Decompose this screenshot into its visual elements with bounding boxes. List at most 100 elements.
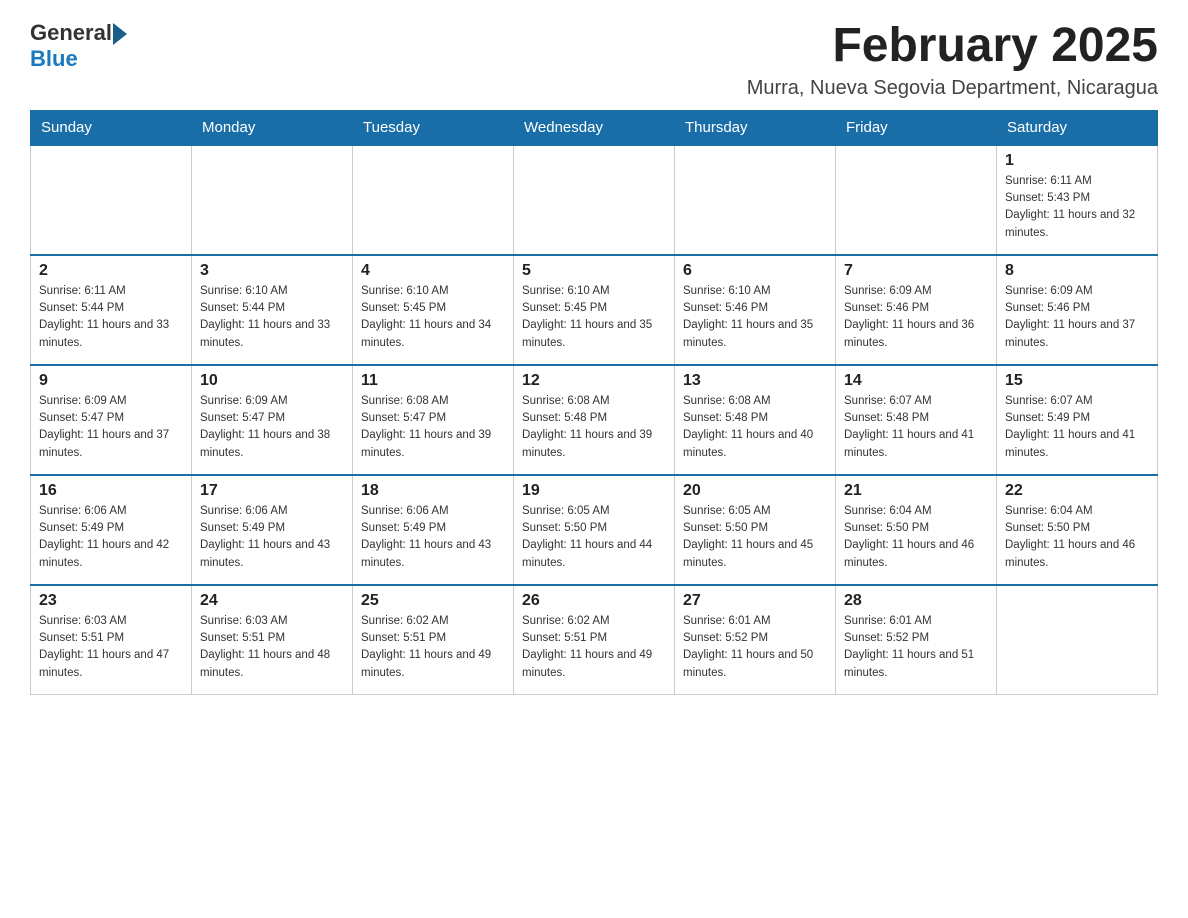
- sunset-text: Sunset: 5:49 PM: [1005, 410, 1149, 427]
- day-number: 27: [683, 592, 827, 610]
- day-info: Sunrise: 6:07 AMSunset: 5:49 PMDaylight:…: [1005, 393, 1149, 462]
- sunset-text: Sunset: 5:50 PM: [1005, 520, 1149, 537]
- logo-general-text: General: [30, 20, 112, 46]
- title-section: February 2025 Murra, Nueva Segovia Depar…: [747, 20, 1158, 100]
- calendar-cell: 7Sunrise: 6:09 AMSunset: 5:46 PMDaylight…: [836, 255, 997, 365]
- calendar-cell: [31, 145, 192, 255]
- daylight-text: Daylight: 11 hours and 37 minutes.: [39, 427, 183, 462]
- month-title: February 2025: [747, 20, 1158, 73]
- day-info: Sunrise: 6:10 AMSunset: 5:45 PMDaylight:…: [361, 283, 505, 352]
- daylight-text: Daylight: 11 hours and 49 minutes.: [522, 647, 666, 682]
- day-number: 21: [844, 482, 988, 500]
- sunset-text: Sunset: 5:49 PM: [361, 520, 505, 537]
- day-number: 18: [361, 482, 505, 500]
- sunset-text: Sunset: 5:47 PM: [361, 410, 505, 427]
- sunset-text: Sunset: 5:43 PM: [1005, 190, 1149, 207]
- sunrise-text: Sunrise: 6:08 AM: [683, 393, 827, 410]
- calendar-cell: [353, 145, 514, 255]
- sunset-text: Sunset: 5:51 PM: [39, 630, 183, 647]
- daylight-text: Daylight: 11 hours and 45 minutes.: [683, 537, 827, 572]
- calendar-header-tuesday: Tuesday: [353, 110, 514, 145]
- day-number: 3: [200, 262, 344, 280]
- sunrise-text: Sunrise: 6:11 AM: [39, 283, 183, 300]
- day-info: Sunrise: 6:06 AMSunset: 5:49 PMDaylight:…: [39, 503, 183, 572]
- calendar-header-monday: Monday: [192, 110, 353, 145]
- sunrise-text: Sunrise: 6:09 AM: [1005, 283, 1149, 300]
- day-number: 7: [844, 262, 988, 280]
- sunset-text: Sunset: 5:51 PM: [200, 630, 344, 647]
- sunset-text: Sunset: 5:51 PM: [361, 630, 505, 647]
- day-info: Sunrise: 6:03 AMSunset: 5:51 PMDaylight:…: [39, 613, 183, 682]
- daylight-text: Daylight: 11 hours and 50 minutes.: [683, 647, 827, 682]
- sunset-text: Sunset: 5:45 PM: [522, 300, 666, 317]
- day-number: 13: [683, 372, 827, 390]
- calendar-cell: 27 Sunrise: 6:01 AMSunset: 5:52 PMDayligh…: [675, 585, 836, 695]
- day-number: 2: [39, 262, 183, 280]
- day-number: 14: [844, 372, 988, 390]
- day-number: 10: [200, 372, 344, 390]
- sunset-text: Sunset: 5:46 PM: [683, 300, 827, 317]
- calendar-header-sunday: Sunday: [31, 110, 192, 145]
- calendar-cell: 8Sunrise: 6:09 AMSunset: 5:46 PMDaylight…: [997, 255, 1158, 365]
- sunset-text: Sunset: 5:52 PM: [683, 630, 827, 647]
- sunset-text: Sunset: 5:52 PM: [844, 630, 988, 647]
- day-info: Sunrise: 6:03 AMSunset: 5:51 PMDaylight:…: [200, 613, 344, 682]
- calendar-cell: 24Sunrise: 6:03 AMSunset: 5:51 PMDayligh…: [192, 585, 353, 695]
- calendar-week-1: 2Sunrise: 6:11 AMSunset: 5:44 PMDaylight…: [31, 255, 1158, 365]
- day-info: Sunrise: 6:05 AMSunset: 5:50 PMDaylight:…: [683, 503, 827, 572]
- sunrise-text: Sunrise: 6:10 AM: [683, 283, 827, 300]
- calendar-cell: 26 Sunrise: 6:02 AMSunset: 5:51 PMDayligh…: [514, 585, 675, 695]
- day-number: 4: [361, 262, 505, 280]
- day-info: Sunrise: 6:07 AMSunset: 5:48 PMDaylight:…: [844, 393, 988, 462]
- sunrise-text: Sunrise: 6:02 AM: [522, 613, 666, 630]
- daylight-text: Daylight: 11 hours and 43 minutes.: [361, 537, 505, 572]
- calendar-cell: 14 Sunrise: 6:07 AMSunset: 5:48 PMDayligh…: [836, 365, 997, 475]
- calendar-cell: 6Sunrise: 6:10 AMSunset: 5:46 PMDaylight…: [675, 255, 836, 365]
- sunrise-text: Sunrise: 6:08 AM: [361, 393, 505, 410]
- day-info: Sunrise: 6:11 AMSunset: 5:44 PMDaylight:…: [39, 283, 183, 352]
- daylight-text: Daylight: 11 hours and 49 minutes.: [361, 647, 505, 682]
- day-info: Sunrise: 6:09 AMSunset: 5:47 PMDaylight:…: [200, 393, 344, 462]
- calendar-week-0: 1Sunrise: 6:11 AMSunset: 5:43 PMDaylight…: [31, 145, 1158, 255]
- day-number: 26: [522, 592, 666, 610]
- day-number: 28: [844, 592, 988, 610]
- calendar-cell: 19Sunrise: 6:05 AMSunset: 5:50 PMDayligh…: [514, 475, 675, 585]
- daylight-text: Daylight: 11 hours and 37 minutes.: [1005, 317, 1149, 352]
- day-info: Sunrise: 6:08 AMSunset: 5:48 PMDaylight:…: [522, 393, 666, 462]
- daylight-text: Daylight: 11 hours and 42 minutes.: [39, 537, 183, 572]
- sunset-text: Sunset: 5:49 PM: [200, 520, 344, 537]
- calendar-cell: 20Sunrise: 6:05 AMSunset: 5:50 PMDayligh…: [675, 475, 836, 585]
- day-info: Sunrise: 6:09 AMSunset: 5:46 PMDaylight:…: [1005, 283, 1149, 352]
- sunset-text: Sunset: 5:49 PM: [39, 520, 183, 537]
- day-info: Sunrise: 6:06 AMSunset: 5:49 PMDaylight:…: [200, 503, 344, 572]
- sunrise-text: Sunrise: 6:04 AM: [844, 503, 988, 520]
- sunset-text: Sunset: 5:46 PM: [844, 300, 988, 317]
- sunrise-text: Sunrise: 6:10 AM: [200, 283, 344, 300]
- sunrise-text: Sunrise: 6:10 AM: [522, 283, 666, 300]
- calendar-cell: 21Sunrise: 6:04 AMSunset: 5:50 PMDayligh…: [836, 475, 997, 585]
- calendar-cell: 16Sunrise: 6:06 AMSunset: 5:49 PMDayligh…: [31, 475, 192, 585]
- calendar-cell: 28Sunrise: 6:01 AMSunset: 5:52 PMDayligh…: [836, 585, 997, 695]
- sunset-text: Sunset: 5:51 PM: [522, 630, 666, 647]
- daylight-text: Daylight: 11 hours and 41 minutes.: [844, 427, 988, 462]
- daylight-text: Daylight: 11 hours and 41 minutes.: [1005, 427, 1149, 462]
- sunset-text: Sunset: 5:44 PM: [39, 300, 183, 317]
- sunrise-text: Sunrise: 6:08 AM: [522, 393, 666, 410]
- day-number: 17: [200, 482, 344, 500]
- daylight-text: Daylight: 11 hours and 32 minutes.: [1005, 207, 1149, 242]
- day-info: Sunrise: 6:05 AMSunset: 5:50 PMDaylight:…: [522, 503, 666, 572]
- calendar-cell: 15Sunrise: 6:07 AMSunset: 5:49 PMDayligh…: [997, 365, 1158, 475]
- calendar-cell: 13Sunrise: 6:08 AMSunset: 5:48 PMDayligh…: [675, 365, 836, 475]
- calendar-header-row: SundayMondayTuesdayWednesdayThursdayFrid…: [31, 110, 1158, 145]
- calendar-cell: 1Sunrise: 6:11 AMSunset: 5:43 PMDaylight…: [997, 145, 1158, 255]
- daylight-text: Daylight: 11 hours and 35 minutes.: [522, 317, 666, 352]
- day-info: Sunrise: 6:09 AMSunset: 5:47 PMDaylight:…: [39, 393, 183, 462]
- calendar-week-4: 23Sunrise: 6:03 AMSunset: 5:51 PMDayligh…: [31, 585, 1158, 695]
- sunset-text: Sunset: 5:48 PM: [844, 410, 988, 427]
- day-info: Sunrise: 6:08 AMSunset: 5:47 PMDaylight:…: [361, 393, 505, 462]
- daylight-text: Daylight: 11 hours and 51 minutes.: [844, 647, 988, 682]
- calendar-cell: [675, 145, 836, 255]
- calendar-cell: 25Sunrise: 6:02 AMSunset: 5:51 PMDayligh…: [353, 585, 514, 695]
- daylight-text: Daylight: 11 hours and 40 minutes.: [683, 427, 827, 462]
- sunrise-text: Sunrise: 6:01 AM: [683, 613, 827, 630]
